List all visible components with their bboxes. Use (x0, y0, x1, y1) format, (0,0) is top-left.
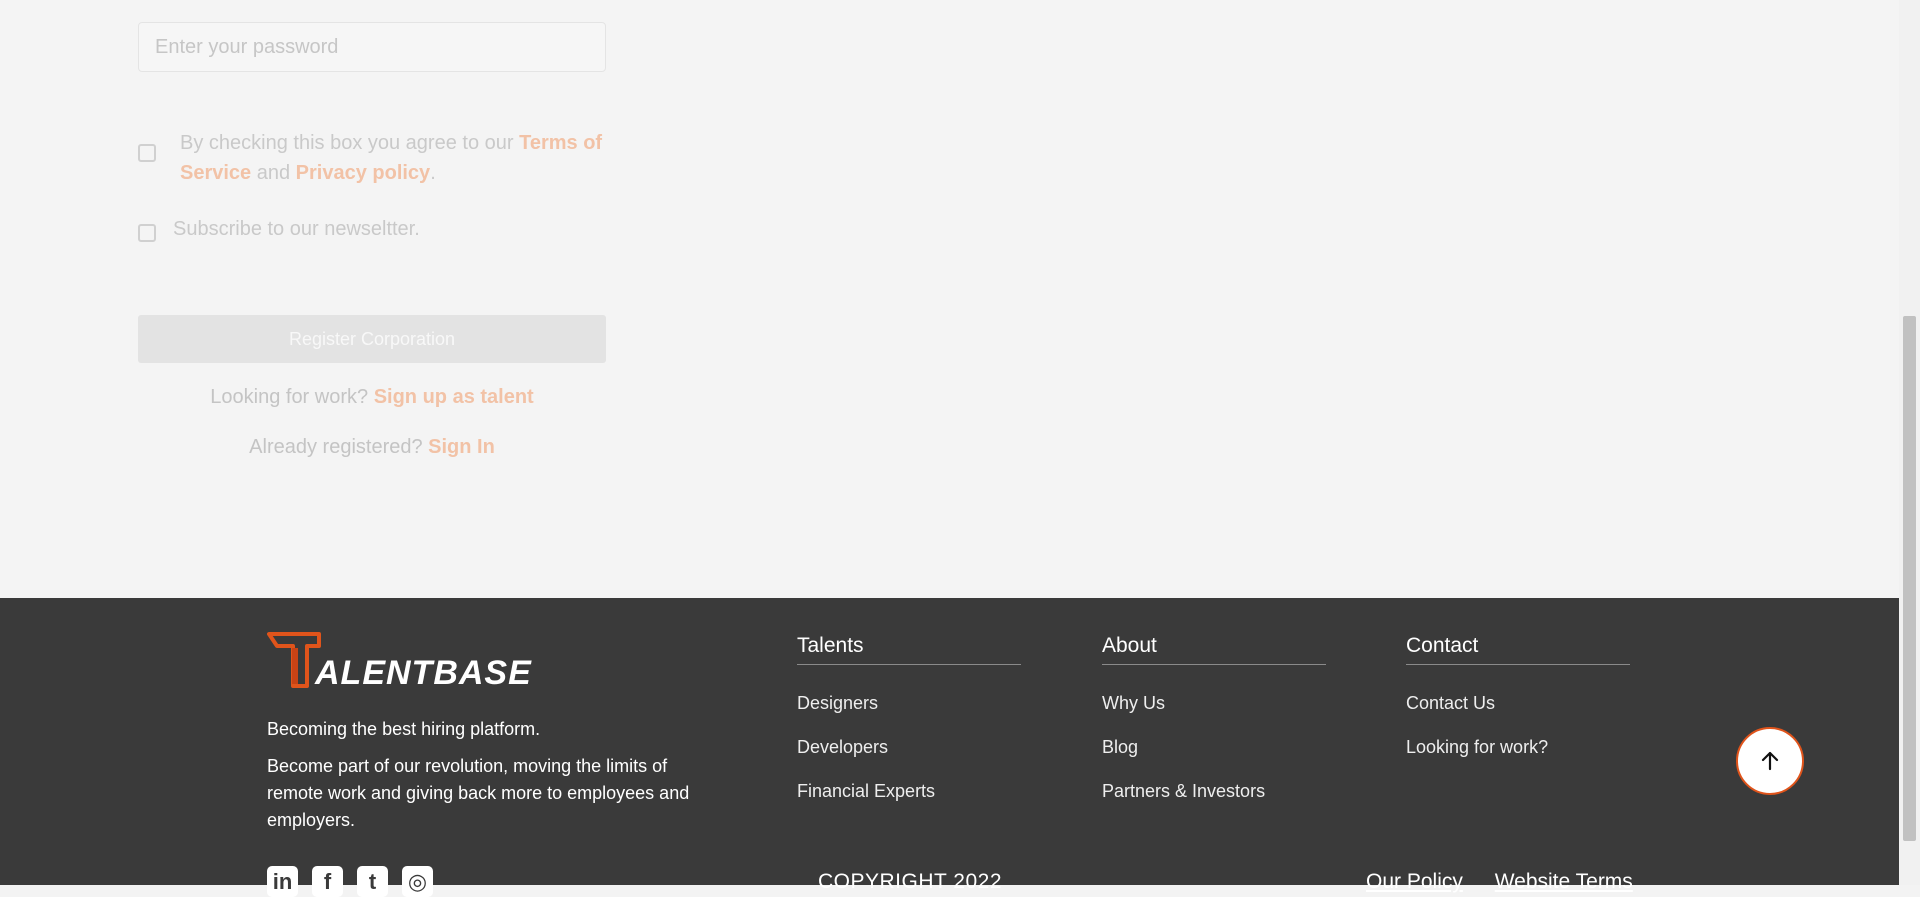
footer-column-about: About Why Us Blog Partners & Investors (1102, 634, 1326, 802)
facebook-icon[interactable]: f (312, 866, 343, 897)
password-input[interactable] (138, 22, 606, 72)
scrollbar-thumb[interactable] (1903, 316, 1916, 841)
scroll-to-top-button[interactable] (1736, 727, 1804, 795)
sign-in-link[interactable]: Sign In (428, 436, 495, 458)
already-registered-line: Already registered? Sign In (249, 436, 495, 458)
logo-mark-icon (267, 632, 321, 688)
footer-column-talents: Talents Designers Developers Financial E… (797, 634, 1021, 802)
our-policy-link[interactable]: Our Policy (1366, 870, 1463, 893)
footer-link-financial-experts[interactable]: Financial Experts (797, 781, 1021, 802)
footer-column-contact: Contact Contact Us Looking for work? (1406, 634, 1630, 758)
looking-for-work-line: Looking for work? Sign up as talent (210, 386, 534, 408)
footer-link-designers[interactable]: Designers (797, 693, 1021, 714)
footer-link-looking-for-work[interactable]: Looking for work? (1406, 737, 1630, 758)
talentbase-logo[interactable]: ALENTBASE (267, 632, 537, 688)
twitter-icon[interactable]: t (357, 866, 388, 897)
social-links: in f t ◎ (267, 866, 433, 897)
site-footer: ALENTBASE Becoming the best hiring platf… (0, 598, 1899, 897)
legal-links: Our Policy Website Terms (1366, 870, 1659, 894)
arrow-up-icon (1761, 751, 1779, 771)
footer-blurb: Become part of our revolution, moving th… (267, 756, 690, 830)
footer-heading-talents: Talents (797, 634, 1021, 665)
newsletter-checkbox[interactable] (138, 224, 156, 242)
logo-wordmark: ALENTBASE (314, 654, 532, 688)
register-corporation-button[interactable]: Register Corporation (138, 315, 606, 363)
linkedin-icon[interactable]: in (267, 866, 298, 897)
instagram-icon[interactable]: ◎ (402, 866, 433, 897)
footer-link-developers[interactable]: Developers (797, 737, 1021, 758)
registration-section: By checking this box you agree to our Te… (0, 0, 1899, 598)
footer-link-why-us[interactable]: Why Us (1102, 693, 1326, 714)
sign-up-talent-link[interactable]: Sign up as talent (374, 386, 534, 408)
terms-checkbox[interactable] (138, 144, 156, 162)
page-scrollbar[interactable] (1899, 0, 1920, 885)
footer-link-partners[interactable]: Partners & Investors (1102, 781, 1326, 802)
footer-heading-about: About (1102, 634, 1326, 665)
terms-label: By checking this box you agree to our Te… (180, 132, 603, 184)
footer-link-blog[interactable]: Blog (1102, 737, 1326, 758)
privacy-policy-link[interactable]: Privacy policy (296, 162, 431, 184)
footer-link-contact-us[interactable]: Contact Us (1406, 693, 1630, 714)
newsletter-label: Subscribe to our newseltter. (173, 218, 420, 240)
footer-heading-contact: Contact (1406, 634, 1630, 665)
website-terms-link[interactable]: Website Terms (1495, 870, 1633, 893)
footer-tagline: Becoming the best hiring platform. (267, 719, 541, 739)
copyright-text: COPYRIGHT 2022 (818, 870, 1003, 893)
